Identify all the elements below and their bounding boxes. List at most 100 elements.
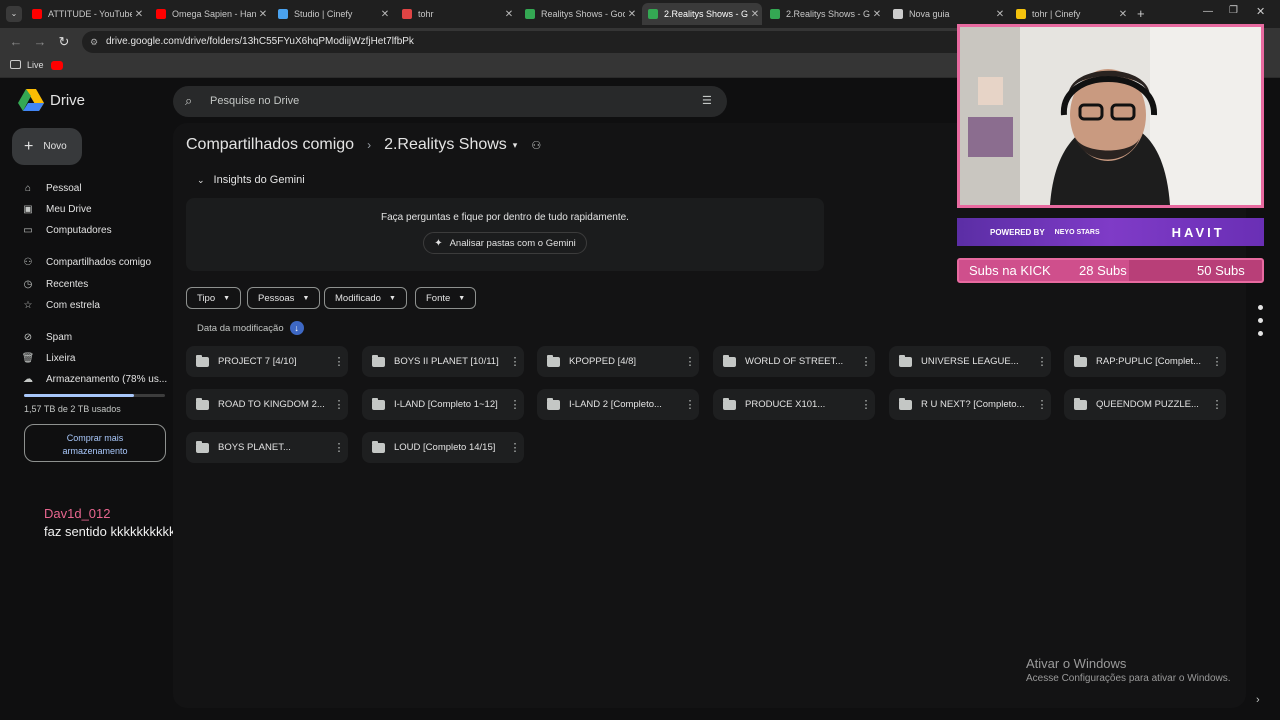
browser-tab[interactable]: tohr ✕ xyxy=(396,3,516,25)
search-input[interactable]: Pesquise no Drive xyxy=(210,95,299,107)
folder-item[interactable]: QUEENDOM PUZZLE... ⋮ xyxy=(1064,389,1226,420)
folder-item[interactable]: R U NEXT? [Completo... ⋮ xyxy=(889,389,1051,420)
more-options-icon[interactable]: ⋮ xyxy=(330,355,348,368)
page-indicator-dot[interactable] xyxy=(1258,305,1263,310)
chevron-down-icon: ⌄ xyxy=(197,174,205,185)
youtube-bookmark-icon[interactable] xyxy=(51,61,63,70)
site-info-icon[interactable]: ⚙ xyxy=(90,31,98,53)
sidebar-item-people[interactable]: ⚇ Compartilhados comigo xyxy=(18,252,152,272)
close-tab-icon[interactable]: ✕ xyxy=(748,9,762,20)
folder-item[interactable]: RAP:PUPLIC [Complet... ⋮ xyxy=(1064,346,1226,377)
star-icon: ☆ xyxy=(23,299,33,311)
more-options-icon[interactable]: ⋮ xyxy=(1208,355,1226,368)
folder-name: BOYS II PLANET [10/11] xyxy=(394,356,499,367)
breadcrumb: Compartilhados comigo › 2.Realitys Shows… xyxy=(186,136,541,154)
sidebar-item-drive[interactable]: ▣ Meu Drive xyxy=(18,199,91,219)
more-options-icon[interactable]: ⋮ xyxy=(681,398,699,411)
more-options-icon[interactable]: ⋮ xyxy=(1208,398,1226,411)
sidebar-item-computer[interactable]: ▭ Computadores xyxy=(18,220,111,240)
shared-people-icon[interactable]: ⚇ xyxy=(531,139,541,152)
sort-direction-icon[interactable]: ↓ xyxy=(289,321,304,335)
buy-storage-button[interactable]: Comprar mais armazenamento xyxy=(24,424,166,462)
close-tab-icon[interactable]: ✕ xyxy=(378,9,392,20)
browser-tab[interactable]: Realitys Shows - Goo ✕ xyxy=(519,3,639,25)
folder-item[interactable]: PROJECT 7 [4/10] ⋮ xyxy=(186,346,348,377)
close-tab-icon[interactable]: ✕ xyxy=(993,9,1007,20)
folder-item[interactable]: PRODUCE X101... ⋮ xyxy=(713,389,875,420)
close-tab-icon[interactable]: ✕ xyxy=(502,9,516,20)
sidebar-item-home[interactable]: ⌂ Pessoal xyxy=(18,178,82,198)
more-options-icon[interactable]: ⋮ xyxy=(681,355,699,368)
close-tab-icon[interactable]: ✕ xyxy=(132,9,146,20)
sidebar-item-trash[interactable]: 🗑 Lixeira xyxy=(18,348,76,368)
clock-icon: ◷ xyxy=(23,278,33,290)
close-tab-icon[interactable]: ✕ xyxy=(256,9,270,20)
page-indicator-dot[interactable] xyxy=(1258,318,1263,323)
page-indicator-dot[interactable] xyxy=(1258,331,1263,336)
more-options-icon[interactable]: ⋮ xyxy=(506,441,524,454)
breadcrumb-parent[interactable]: Compartilhados comigo xyxy=(186,136,354,154)
sidebar-item-star[interactable]: ☆ Com estrela xyxy=(18,295,100,315)
more-options-icon[interactable]: ⋮ xyxy=(506,355,524,368)
close-tab-icon[interactable]: ✕ xyxy=(625,9,639,20)
bookmark-live[interactable]: Live xyxy=(27,60,44,70)
folder-item[interactable]: I-LAND [Completo 1~12] ⋮ xyxy=(362,389,524,420)
new-tab-button[interactable]: + xyxy=(1137,6,1145,21)
more-options-icon[interactable]: ⋮ xyxy=(1033,355,1051,368)
sort-control[interactable]: Data da modificação ↓ xyxy=(197,321,304,335)
more-options-icon[interactable]: ⋮ xyxy=(506,398,524,411)
filter-chip[interactable]: Fonte ▼ xyxy=(415,287,477,309)
filter-chip[interactable]: Pessoas ▼ xyxy=(247,287,321,309)
browser-tab[interactable]: 2.Realitys Shows - Go ✕ xyxy=(764,3,884,25)
folder-item[interactable]: I-LAND 2 [Completo... ⋮ xyxy=(537,389,699,420)
reload-button[interactable]: ↻ xyxy=(56,34,72,50)
more-options-icon[interactable]: ⋮ xyxy=(330,441,348,454)
restore-button[interactable]: ❐ xyxy=(1229,5,1238,16)
search-icon[interactable]: ⌕ xyxy=(185,93,192,109)
search-options-icon[interactable]: ☰ xyxy=(702,94,712,107)
filter-chip[interactable]: Modificado ▼ xyxy=(324,287,407,309)
close-window-button[interactable]: ✕ xyxy=(1256,5,1265,18)
gemini-insights-header[interactable]: ⌄ Insights do Gemini xyxy=(197,174,305,186)
more-options-icon[interactable]: ⋮ xyxy=(1033,398,1051,411)
folder-item[interactable]: KPOPPED [4/8] ⋮ xyxy=(537,346,699,377)
search-box[interactable]: ⌕ Pesquise no Drive ☰ xyxy=(173,86,727,117)
folder-item[interactable]: LOUD [Completo 14/15] ⋮ xyxy=(362,432,524,463)
filter-chip[interactable]: Tipo ▼ xyxy=(186,287,242,309)
folder-item[interactable]: WORLD OF STREET... ⋮ xyxy=(713,346,875,377)
shared-folder-icon xyxy=(372,397,385,410)
sidebar-item-cloud[interactable]: ☁ Armazenamento (78% us... xyxy=(18,369,167,389)
close-tab-icon[interactable]: ✕ xyxy=(870,9,884,20)
browser-tab[interactable]: Omega Sapien - Han ✕ xyxy=(150,3,270,25)
back-button[interactable]: ← xyxy=(8,34,24,50)
folder-item[interactable]: ROAD TO KINGDOM 2... ⋮ xyxy=(186,389,348,420)
sidebar-item-spam[interactable]: ⊘ Spam xyxy=(18,327,72,347)
more-options-icon[interactable]: ⋮ xyxy=(857,355,875,368)
browser-tab[interactable]: 2.Realitys Shows - Go ✕ xyxy=(642,3,762,25)
dropdown-arrow-icon[interactable]: ▾ xyxy=(513,140,518,151)
sidebar-item-label: Lixeira xyxy=(46,352,76,364)
folder-item[interactable]: BOYS PLANET... ⋮ xyxy=(186,432,348,463)
address-bar[interactable]: ⚙ drive.google.com/drive/folders/13hC55F… xyxy=(82,31,982,53)
browser-tab[interactable]: Nova guia ✕ xyxy=(887,3,1007,25)
new-button[interactable]: + Novo xyxy=(12,128,82,165)
more-options-icon[interactable]: ⋮ xyxy=(857,398,875,411)
tab-title: ATTITUDE - YouTube xyxy=(48,9,132,19)
more-options-icon[interactable]: ⋮ xyxy=(330,398,348,411)
folder-item[interactable]: UNIVERSE LEAGUE... ⋮ xyxy=(889,346,1051,377)
close-tab-icon[interactable]: ✕ xyxy=(1116,9,1130,20)
tab-search-button[interactable]: ⌄ xyxy=(6,6,22,22)
folder-item[interactable]: BOYS II PLANET [10/11] ⋮ xyxy=(362,346,524,377)
dropdown-arrow-icon: ▼ xyxy=(388,294,396,302)
folder-name: WORLD OF STREET... xyxy=(745,356,844,367)
breadcrumb-current[interactable]: 2.Realitys Shows xyxy=(384,136,507,154)
sidebar-item-clock[interactable]: ◷ Recentes xyxy=(18,274,89,294)
gemini-analyze-button[interactable]: ✦ Analisar pastas com o Gemini xyxy=(423,232,587,254)
browser-tab[interactable]: tohr | Cinefy ✕ xyxy=(1010,3,1130,25)
minimize-button[interactable]: — xyxy=(1203,6,1213,17)
drive-logo[interactable]: Drive xyxy=(18,89,85,111)
browser-tab[interactable]: Studio | Cinefy ✕ xyxy=(272,3,392,25)
forward-button[interactable]: → xyxy=(32,34,48,50)
chevron-right-icon[interactable]: › xyxy=(1256,694,1260,706)
browser-tab[interactable]: ATTITUDE - YouTube ✕ xyxy=(26,3,146,25)
